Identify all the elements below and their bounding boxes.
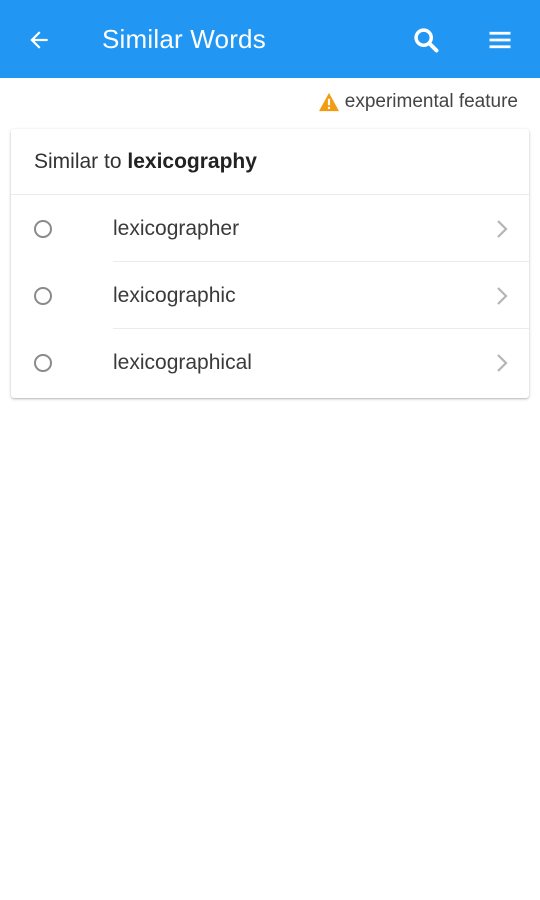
experimental-notice: experimental feature [318, 88, 518, 116]
chevron-right-icon [495, 353, 509, 373]
radio-button[interactable] [34, 354, 52, 372]
chevron-right-icon [495, 219, 509, 239]
radio-button[interactable] [34, 287, 52, 305]
notice-text: experimental feature [344, 91, 518, 112]
similar-words-card: Similar to lexicography lexicographer le… [11, 129, 529, 398]
list-item-label: lexicographical [113, 351, 252, 374]
header-prefix: Similar to [34, 150, 122, 173]
warning-icon [318, 91, 340, 113]
radio-button[interactable] [34, 220, 52, 238]
search-icon [414, 28, 439, 53]
chevron-right-icon [495, 286, 509, 306]
list-item[interactable]: lexicographer [11, 195, 529, 262]
menu-icon [489, 31, 511, 49]
menu-button[interactable] [482, 22, 518, 58]
page-title: Similar Words [102, 24, 266, 54]
list-item[interactable]: lexicographical [11, 329, 529, 396]
header-word: lexicography [127, 150, 257, 173]
app-bar: Similar Words [0, 0, 540, 78]
back-button[interactable] [22, 23, 56, 57]
card-header: Similar to lexicography [11, 129, 529, 195]
search-button[interactable] [408, 22, 444, 58]
arrow-back-icon [30, 31, 48, 49]
list-item-label: lexicographer [113, 217, 240, 240]
list-item[interactable]: lexicographic [11, 262, 529, 329]
list-item-label: lexicographic [113, 284, 236, 307]
